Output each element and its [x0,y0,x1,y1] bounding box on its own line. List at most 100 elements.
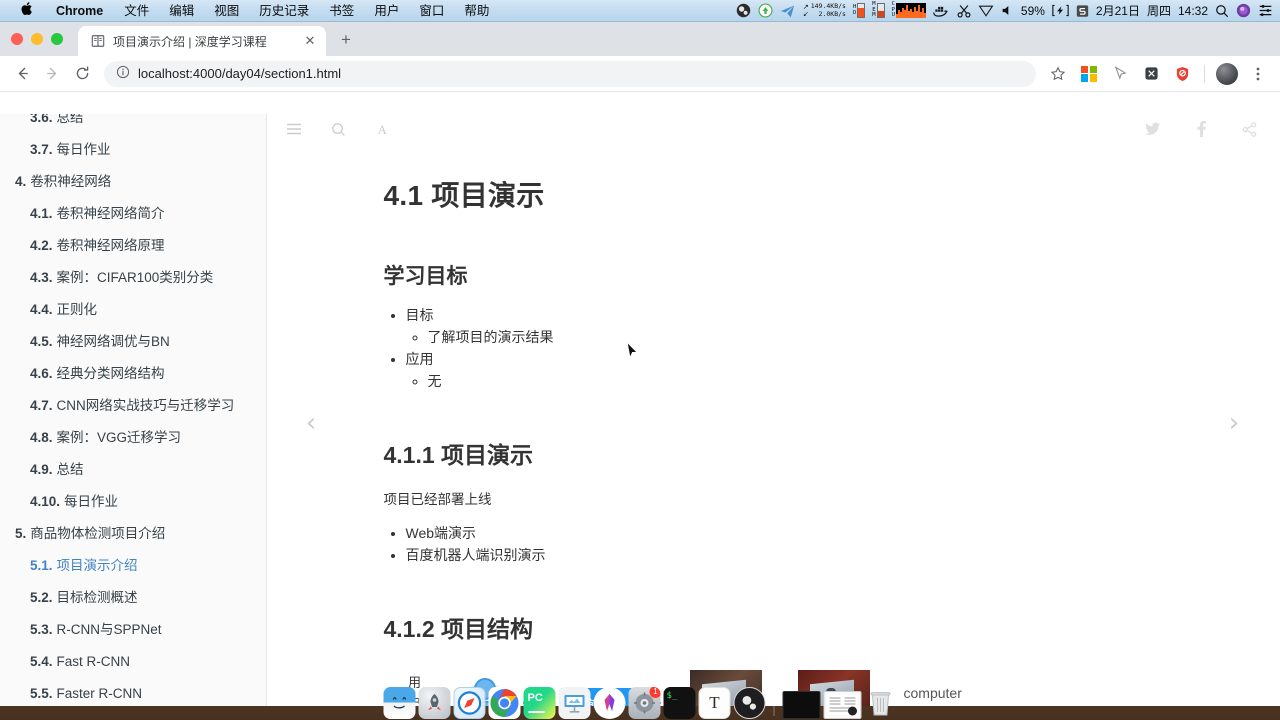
sidebar-item-5-1[interactable]: 5.1. 项目演示介绍 [0,550,266,582]
volume-icon[interactable] [1001,0,1014,22]
info-circle-icon[interactable] [116,65,130,82]
kebab-menu-icon[interactable] [1244,60,1272,88]
browser-tab[interactable]: 项目演示介绍 | 深度学习课程 ✕ [78,26,326,56]
menu-item-profiles[interactable]: 用户 [364,0,409,22]
sidebar-item-3-6[interactable]: 3.6. 总结 [0,114,266,134]
minimize-window-button[interactable] [31,33,43,45]
sidebar-item-label: 总结 [56,462,84,477]
sidebar-item-4-5[interactable]: 4.5. 神经网络调优与BN [0,326,266,358]
network-speed-icon[interactable]: ↗ ↙ 149.4KB/s 2.0KB/s [803,2,846,18]
obs-icon[interactable] [736,0,751,22]
menu-weekday[interactable]: 周四 [1147,2,1171,19]
sidebar-item-5[interactable]: 5. 商品物体检测项目介绍 [0,518,266,550]
sidebar-item-4-9[interactable]: 4.9. 总结 [0,454,266,486]
toolbar-right-actions [1044,60,1272,88]
dock-minimized-window-dark[interactable] [782,691,821,719]
dock-item-terminal[interactable]: $_ [663,687,696,719]
dock-item-trash[interactable] [865,687,897,719]
sidebar-item-4-7[interactable]: 4.7. CNN网络实战技巧与迁移学习 [0,390,266,422]
siri-icon[interactable] [1236,0,1251,22]
sidebar-item-number: 5.2. [30,590,53,605]
hd-gauge-icon[interactable]: HD [853,3,866,18]
twitter-icon[interactable] [1144,120,1162,138]
microsoft-extension-icon[interactable] [1075,60,1103,88]
menu-item-history[interactable]: 历史记录 [249,0,319,22]
battery-charging-icon[interactable] [1052,0,1069,22]
clipboard-manager-icon[interactable] [1076,0,1089,22]
x-extension-icon[interactable] [1137,60,1165,88]
menu-item-help[interactable]: 帮助 [454,0,499,22]
menu-item-window[interactable]: 窗口 [409,0,454,22]
sidebar-item-4[interactable]: 4. 卷积神经网络 [0,166,266,198]
sidebar-item-5-4[interactable]: 5.4. Fast R-CNN [0,646,266,678]
sidebar-item-label: 每日作业 [64,494,119,509]
facebook-icon[interactable] [1192,120,1210,138]
menu-item-edit[interactable]: 编辑 [159,0,204,22]
telegram-icon[interactable] [780,0,796,22]
spotlight-search-icon[interactable] [1215,0,1229,22]
sidebar-item-4-1[interactable]: 4.1. 卷积神经网络简介 [0,198,266,230]
search-icon[interactable] [329,120,347,138]
sidebar-item-3-7[interactable]: 3.7. 每日作业 [0,134,266,166]
sidebar-item-number: 4.2. [30,238,53,253]
prev-page-arrow-icon[interactable]: ‹ [297,408,325,438]
new-tab-button[interactable]: + [332,26,360,54]
dock-item-launchpad[interactable] [418,687,451,719]
dock-minimized-window-doc[interactable] [823,691,862,719]
cpu-graph-icon[interactable]: CPU [892,2,926,19]
sidebar-item-label: 经典分类网络结构 [56,366,165,381]
menu-item-bookmarks[interactable]: 书签 [319,0,364,22]
shield-icon[interactable] [978,0,994,22]
dock-item-pycharm[interactable]: PC [523,687,556,719]
scissors-snip-icon[interactable] [957,0,971,22]
next-page-arrow-icon[interactable]: › [1220,408,1248,438]
forward-icon[interactable] [38,60,66,88]
dock-item-finder[interactable] [383,687,416,719]
hamburger-menu-icon[interactable] [285,120,303,138]
sidebar-item-4-10[interactable]: 4.10. 每日作业 [0,486,266,518]
back-icon[interactable] [8,60,36,88]
sidebar-item-4-4[interactable]: 4.4. 正则化 [0,294,266,326]
menu-time[interactable]: 14:32 [1178,4,1208,18]
menu-item-file[interactable]: 文件 [114,0,159,22]
speed-up-icon[interactable] [758,0,773,22]
sidebar-item-4-2[interactable]: 4.2. 卷积神经网络原理 [0,230,266,262]
menu-date[interactable]: 2月21日 [1096,2,1140,19]
dock-item-wps[interactable] [593,687,626,719]
maximize-window-button[interactable] [51,33,63,45]
mem-gauge-icon[interactable]: MEM [872,2,885,19]
sidebar-item-4-6[interactable]: 4.6. 经典分类网络结构 [0,358,266,390]
sidebar-item-4-8[interactable]: 4.8. 案例：VGG迁移学习 [0,422,266,454]
sidebar-item-4-3[interactable]: 4.3. 案例：CIFAR100类别分类 [0,262,266,294]
cursor-extension-icon[interactable] [1106,60,1134,88]
menu-item-view[interactable]: 视图 [204,0,249,22]
dock-item-obs[interactable] [733,687,766,719]
book-sidebar[interactable]: 3.6. 总结 3.7. 每日作业 4. 卷积神经网络 4.1. 卷积神经网络简介 4.… [0,114,267,706]
close-window-button[interactable] [11,33,23,45]
sidebar-item-label: Fast R-CNN [56,654,131,669]
docker-icon[interactable] [933,0,950,22]
dock-item-chrome[interactable] [488,687,521,719]
adblock-shield-icon[interactable] [1168,60,1196,88]
font-settings-icon[interactable]: A [373,120,391,138]
sidebar-item-number: 5.4. [30,654,53,669]
close-icon[interactable]: ✕ [302,33,318,49]
share-icon[interactable] [1240,120,1258,138]
browser-toolbar: localhost:4000/day04/section1.html [0,56,1280,92]
menu-app-name[interactable]: Chrome [45,0,114,22]
sidebar-item-5-5[interactable]: 5.5. Faster R-CNN [0,678,266,706]
address-bar[interactable]: localhost:4000/day04/section1.html [104,60,1036,87]
reload-icon[interactable] [68,60,96,88]
battery-percentage[interactable]: 59% [1021,4,1045,18]
dock-item-textedit[interactable]: T [698,687,731,719]
control-center-icon[interactable] [1258,0,1273,22]
star-icon[interactable] [1044,60,1072,88]
dock-item-settings[interactable]: 1 [628,687,661,719]
sidebar-item-label: 案例：VGG迁移学习 [56,430,182,445]
sidebar-item-5-2[interactable]: 5.2. 目标检测概述 [0,582,266,614]
profile-avatar[interactable] [1213,60,1241,88]
dock-item-safari[interactable] [453,687,486,719]
dock-item-keynote[interactable] [558,687,591,719]
apple-logo-icon[interactable] [10,0,45,22]
sidebar-item-5-3[interactable]: 5.3. R-CNN与SPPNet [0,614,266,646]
